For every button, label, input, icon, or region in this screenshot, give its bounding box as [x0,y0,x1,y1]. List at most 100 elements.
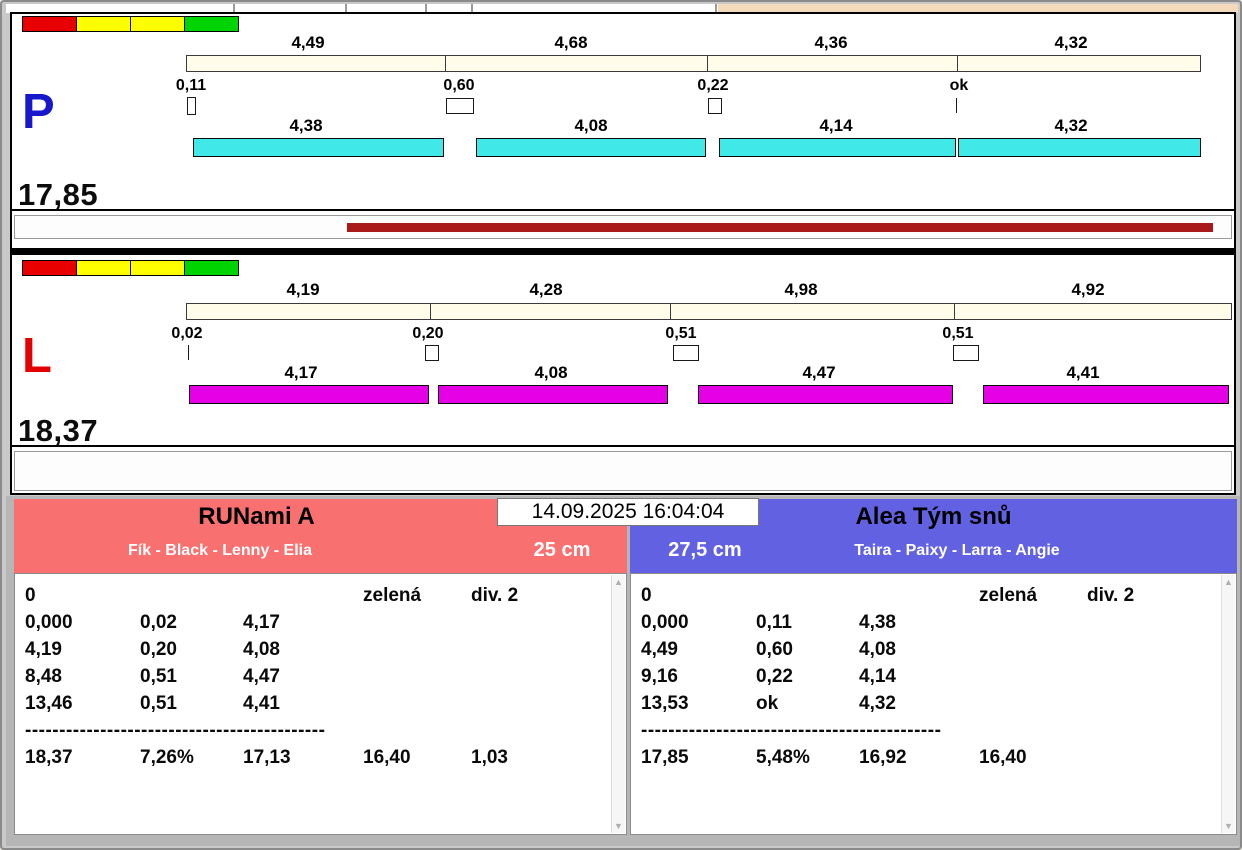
empty-status-strip [14,451,1232,491]
result-cell: 4,08 [243,639,280,660]
p-gap-tick-4 [956,98,957,113]
p-reference-track-bar [186,55,1201,72]
status-legend-l [22,260,239,276]
l-split-diff-4: 0,51 [942,325,974,342]
p-separator-line [12,209,1234,211]
result-cell: 4,19 [25,639,62,660]
l-run-seg-time-3: 4,47 [802,363,836,382]
summary-cell: 17,13 [243,747,291,768]
p-gap-marker-2 [446,98,474,114]
scrollbar[interactable]: ▲ ▼ [1221,575,1235,833]
scroll-up-icon[interactable]: ▲ [1222,577,1235,587]
summary-cell: 5,48% [756,747,810,768]
result-cell: 0,20 [140,639,177,660]
result-cell: 0,000 [25,612,73,633]
l-gap-marker-2 [425,345,439,361]
summary-cell: 7,26% [140,747,194,768]
timing-panels-area: 4,49 4,68 4,36 4,32 0,11 0,60 0,22 ok 4,… [10,12,1236,495]
team-members-right: Taira - Paixy - Larra - Angie [854,542,1060,559]
app-window: 4,49 4,68 4,36 4,32 0,11 0,60 0,22 ok 4,… [0,0,1242,850]
summary-cell: 18,37 [25,747,73,768]
p-run-seg-time-1: 4,38 [289,116,323,135]
p-split-diff-3: 0,22 [697,77,729,94]
legend-yellow-box-2 [130,260,185,276]
l-run-seg-time-4: 4,41 [1066,363,1100,382]
l-gap-marker-4 [953,345,979,361]
l-split-diff-2: 0,20 [412,325,444,342]
summary-cell: 16,40 [363,747,411,768]
l-run-seg-time-1: 4,17 [284,363,318,382]
result-cell: zelená [979,585,1038,606]
result-row: 0 zelená div. 2 [641,582,1236,609]
result-cell: 0 [641,585,652,606]
result-row: 8,48 0,51 4,47 [25,663,626,690]
l-course-letter: L [22,329,52,383]
p-opponent-seg-time-1: 4,49 [291,33,325,52]
p-run-bar-4 [958,138,1201,157]
result-divider: ----------------------------------------… [25,720,326,741]
scroll-down-icon[interactable]: ▼ [612,821,625,831]
p-run-seg-time-2: 4,08 [574,116,608,135]
l-run-bar-2 [438,385,668,404]
p-run-bar-3 [719,138,956,157]
l-reference-track-bar [186,303,1232,320]
result-cell: 0,51 [140,666,177,687]
results-area-left[interactable]: 0 zelená div. 2 0,000 0,02 4,17 4,19 0,20 4,08… [14,573,627,835]
result-cell: div. 2 [1087,585,1135,606]
scrollbar[interactable]: ▲ ▼ [611,575,625,833]
result-cell: 4,41 [243,693,280,714]
team-members-left: Fík - Black - Lenny - Elia [127,542,313,559]
p-split-diff-4: ok [949,77,969,94]
team-name-left: RUNami A [198,503,315,530]
result-cell: 8,48 [25,666,62,687]
p-run-bar-2 [476,138,706,157]
p-gap-marker-3 [708,98,722,114]
p-split-diff-1: 0,11 [175,77,207,94]
height-category-left: 25 cm [533,539,591,561]
result-row: 0,000 0,02 4,17 [25,609,626,636]
l-gap-marker-3 [673,345,699,361]
datetime-display: 14.09.2025 16:04:04 [497,498,759,526]
scroll-down-icon[interactable]: ▼ [1222,821,1235,831]
scroll-up-icon[interactable]: ▲ [612,577,625,587]
result-cell: 4,47 [243,666,280,687]
l-separator-line [12,445,1234,447]
result-cell: 0 [25,585,36,606]
l-opponent-seg-time-1: 4,19 [286,280,320,299]
summary-cell: 16,40 [979,747,1027,768]
summary-cell: 17,85 [641,747,689,768]
result-row: 13,53 ok 4,32 [641,690,1236,717]
summary-row: 18,37 7,26% 17,13 16,40 1,03 [25,744,626,771]
summary-row: 17,85 5,48% 16,92 16,40 [641,744,1236,771]
result-cell: 0,60 [756,639,793,660]
result-cell: 4,32 [859,693,896,714]
l-run-bar-4 [983,385,1229,404]
l-split-diff-3: 0,51 [665,325,697,342]
p-opponent-seg-time-3: 4,36 [814,33,848,52]
p-opponent-seg-time-2: 4,68 [554,33,588,52]
legend-yellow-box [76,16,131,32]
result-row: 9,16 0,22 4,14 [641,663,1236,690]
l-total-time: 18,37 [18,413,99,448]
l-opponent-seg-time-2: 4,28 [529,280,563,299]
legend-yellow-box-2 [130,16,185,32]
legend-red-box [22,16,77,32]
summary-cell: 1,03 [471,747,508,768]
result-cell: 0,22 [756,666,793,687]
results-area-right[interactable]: 0 zelená div. 2 0,000 0,11 4,38 4,49 0,60 4,08… [630,573,1237,835]
p-split-diff-2: 0,60 [443,77,475,94]
panel-divider [12,248,1234,255]
legend-green-box [184,260,239,276]
result-cell: 0,02 [140,612,177,633]
result-cell: 4,08 [859,639,896,660]
result-cell: 0,000 [641,612,689,633]
result-cell: zelená [363,585,422,606]
legend-green-box [184,16,239,32]
result-cell: 13,53 [641,693,689,714]
l-run-bar-1 [189,385,429,404]
result-divider: ----------------------------------------… [641,720,942,741]
legend-red-box [22,260,77,276]
p-gap-marker-1 [187,97,196,115]
l-run-seg-time-2: 4,08 [534,363,568,382]
result-row: 13,46 0,51 4,41 [25,690,626,717]
